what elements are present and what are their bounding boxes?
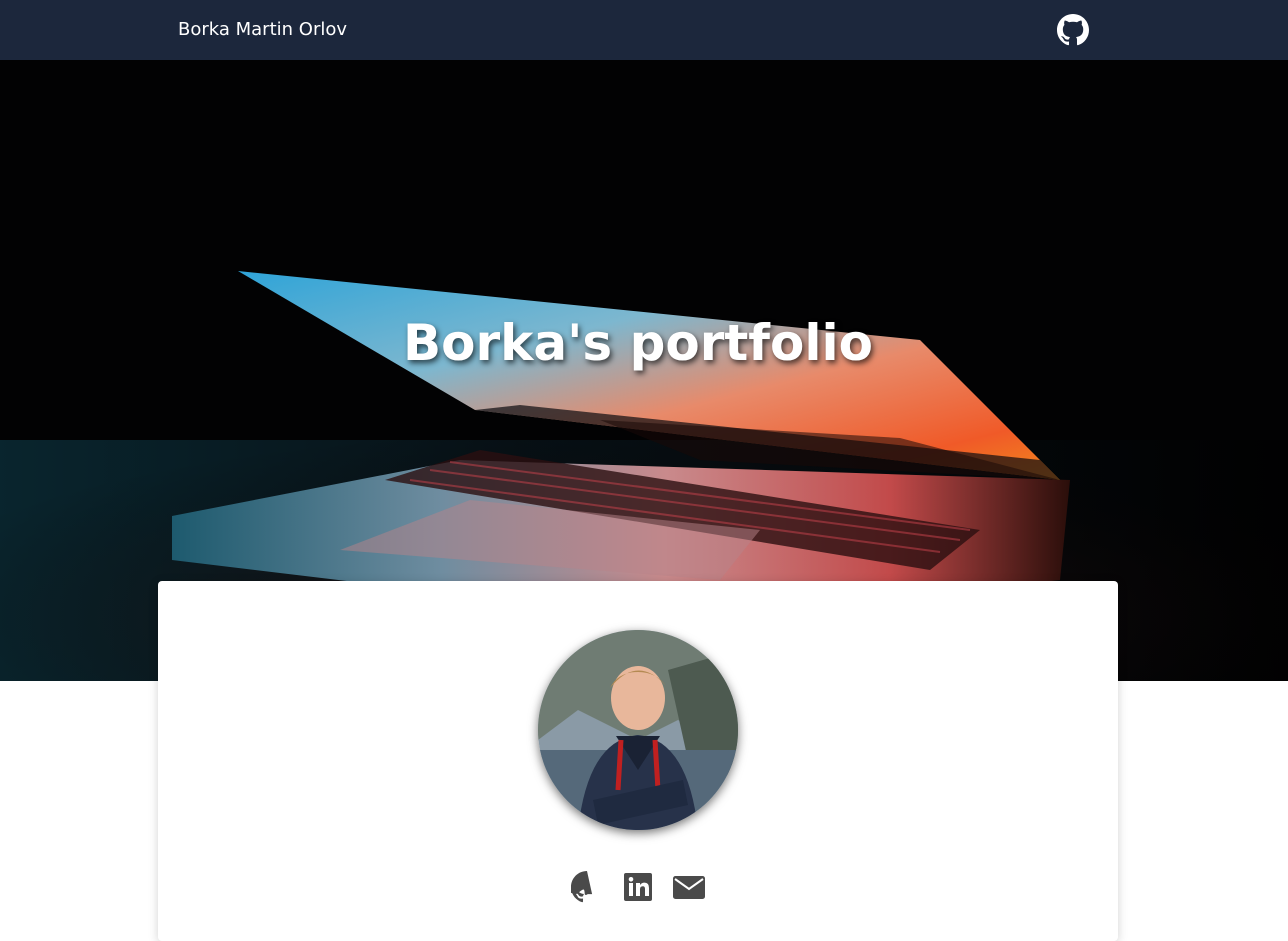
linkedin-icon[interactable] bbox=[622, 871, 654, 903]
navbar: Borka Martin Orlov bbox=[0, 0, 1288, 60]
hero-title: Borka's portfolio bbox=[402, 314, 874, 372]
profile-card bbox=[158, 581, 1118, 941]
social-links bbox=[158, 871, 1118, 905]
profile-avatar bbox=[538, 630, 738, 830]
github-icon[interactable] bbox=[568, 871, 603, 903]
envelope-icon[interactable] bbox=[673, 871, 706, 903]
github-icon[interactable] bbox=[1057, 14, 1089, 46]
brand-link[interactable]: Borka Martin Orlov bbox=[178, 19, 347, 41]
